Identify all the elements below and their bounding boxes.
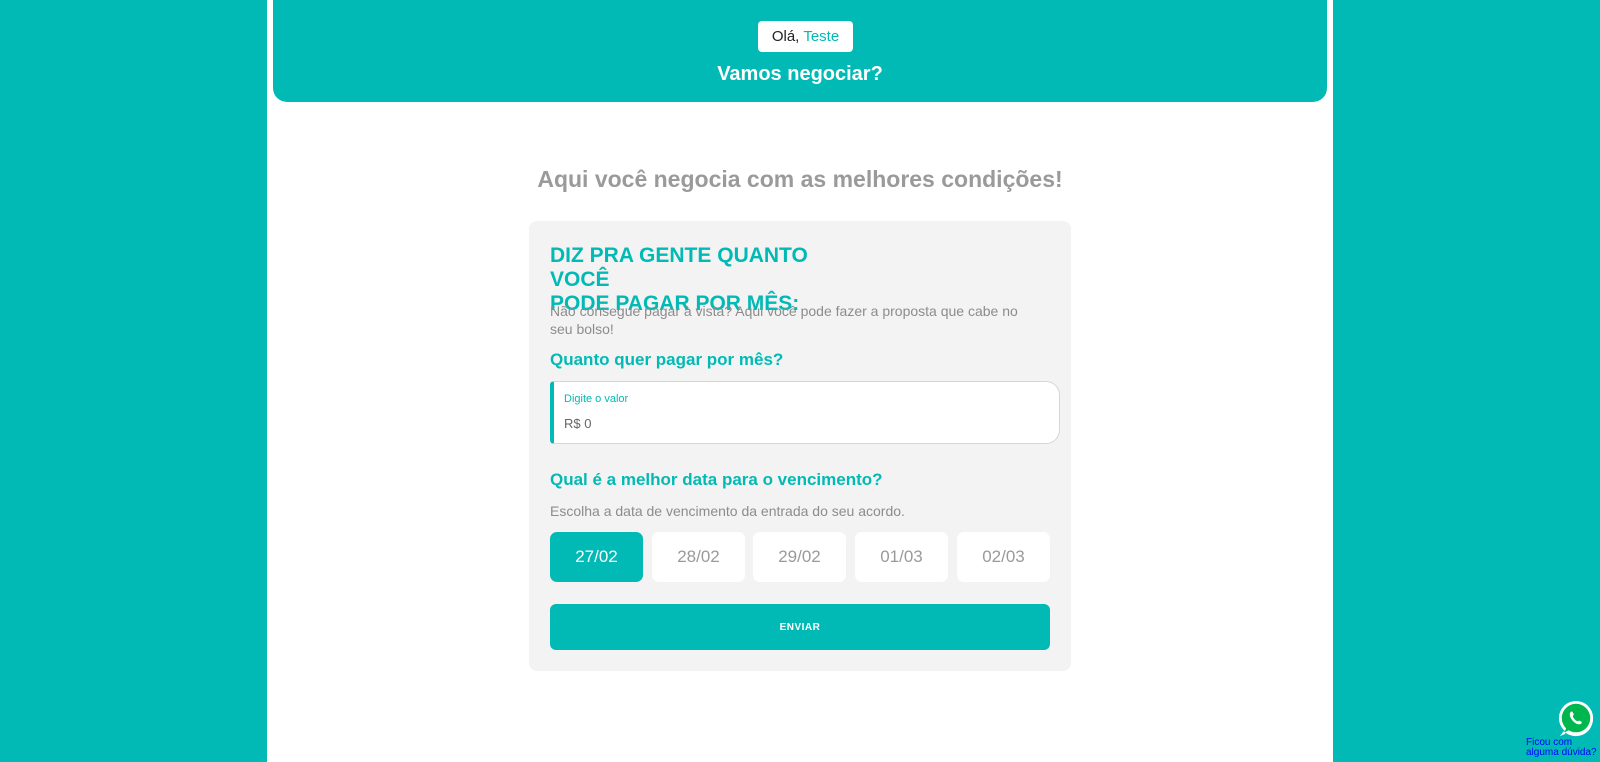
greeting-user-name: Teste (803, 28, 840, 45)
card-description: Não consegue pagar à vista? Aqui você po… (550, 303, 1018, 337)
whatsapp-help-text[interactable]: Ficou com alguma dúvida? (1526, 738, 1600, 758)
greeting-badge: Olá, Teste (758, 21, 853, 52)
date-option[interactable]: 29/02 (753, 532, 846, 582)
page-container: Olá, Teste Vamos negociar? Aqui você neg… (267, 0, 1333, 762)
header-banner: Olá, Teste Vamos negociar? (271, 0, 1329, 104)
submit-button[interactable]: ENVIAR (550, 604, 1050, 650)
page-headline: Aqui você negocia com as melhores condiç… (537, 166, 1063, 192)
amount-input[interactable] (564, 416, 1044, 431)
banner-title: Vamos negociar? (717, 63, 883, 85)
amount-question: Quanto quer pagar por mês? (550, 350, 784, 369)
date-option[interactable]: 01/03 (855, 532, 948, 582)
due-date-description: Escolha a data de vencimento da entrada … (550, 503, 905, 519)
amount-field[interactable]: Digite o valor (550, 381, 1060, 444)
amount-field-label: Digite o valor (564, 393, 629, 405)
date-option[interactable]: 28/02 (652, 532, 745, 582)
card-title-line-1: DIZ PRA GENTE QUANTO VOCÊ (550, 244, 808, 291)
date-option[interactable]: 02/03 (957, 532, 1050, 582)
greeting-prefix: Olá, (771, 28, 800, 45)
date-option[interactable]: 27/02 (550, 532, 643, 582)
due-date-options: 27/02 28/02 29/02 01/03 02/03 (550, 532, 1050, 582)
whatsapp-icon[interactable] (1557, 700, 1595, 738)
due-date-question: Qual é a melhor data para o vencimento? (550, 470, 883, 489)
negotiation-card: DIZ PRA GENTE QUANTO VOCÊ PODE PAGAR POR… (529, 221, 1071, 671)
